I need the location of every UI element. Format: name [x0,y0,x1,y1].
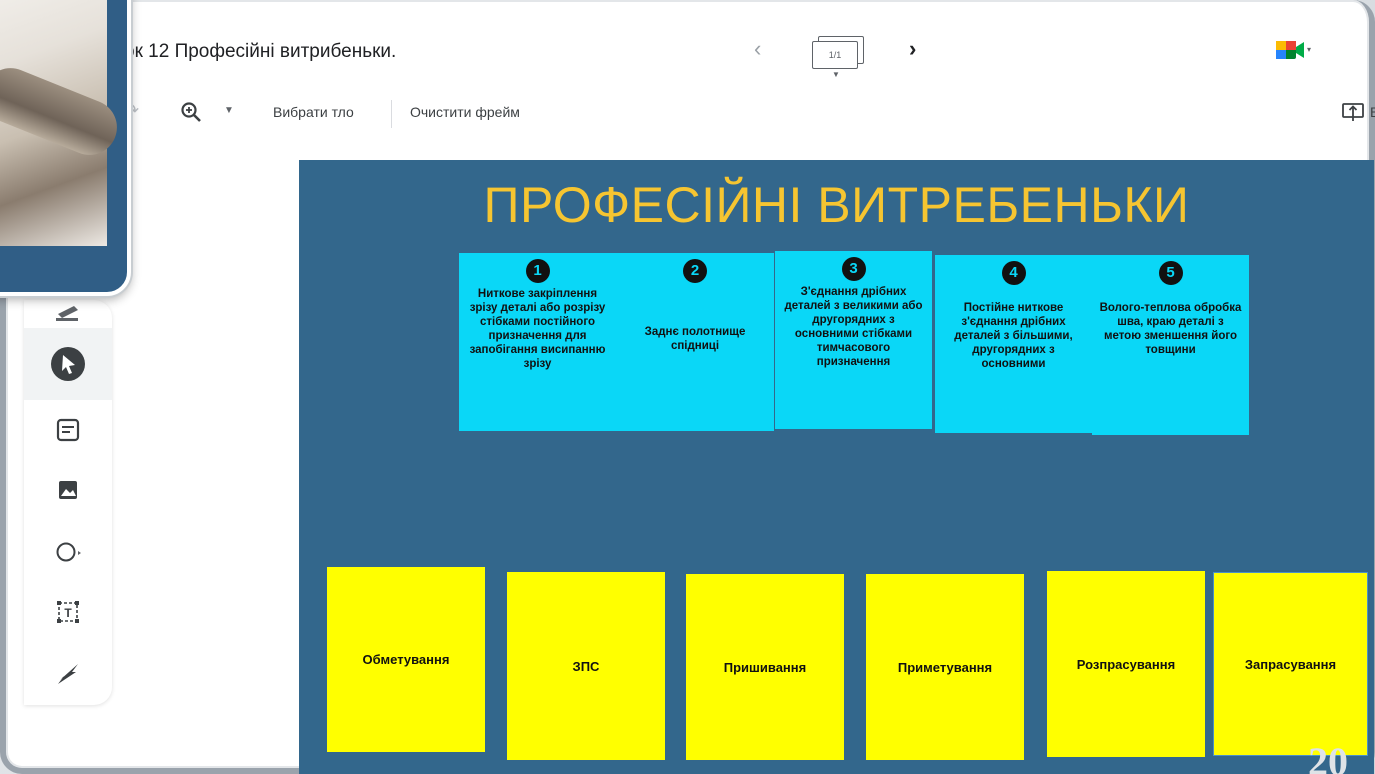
device-frame: ок 12 Професійні витрибеньки. ‹ 1/1 ▼ › … [0,0,1375,774]
frame-counter-label: 1/1 [812,41,858,69]
definition-text: Ниткове закріплення зрізу деталі або роз… [469,288,606,370]
number-badge-icon: 1 [525,259,550,283]
number-badge-icon: 5 [1158,261,1183,285]
choose-background-button[interactable]: Вибрати тло [273,104,354,120]
definition-text: Волого-теплова обробка шва, краю деталі … [1099,302,1242,356]
laser-icon[interactable] [48,652,88,692]
definition-text: Постійне ниткове з'єднання дрібних детал… [954,302,1073,370]
app-header: ок 12 Професійні витрибеньки. ‹ 1/1 ▼ › … [6,0,1375,160]
zoom-dropdown-caret-icon[interactable]: ▼ [224,105,234,116]
number-badge-icon: 3 [841,257,866,281]
term-card-4[interactable]: Приметування [866,574,1024,760]
clear-frame-button[interactable]: Очистити фрейм [410,104,520,120]
svg-text:▾: ▾ [1307,45,1311,54]
frame-counter-button[interactable]: 1/1 [812,36,866,70]
previous-frame-button[interactable]: ‹ [754,36,761,62]
definition-card-1[interactable]: 1 Ниткове закріплення зрізу деталі або р… [459,253,616,431]
present-screen-icon[interactable] [1341,102,1365,122]
definition-card-5[interactable]: 5 Волого-теплова обробка шва, краю детал… [1092,255,1249,435]
present-label: В [1370,104,1375,120]
slide-title: ПРОФЕСІЙНІ ВИТРЕБЕНЬКИ [483,177,1190,233]
text-box-icon[interactable]: T [48,592,88,632]
definition-text: З'єднання дрібних деталей з великими або… [784,286,923,368]
term-card-5[interactable]: Розпрасування [1047,571,1205,757]
svg-text:T: T [64,606,72,620]
toolbar-divider [391,100,392,128]
term-card-2[interactable]: ЗПС [507,572,665,760]
number-badge-icon: 2 [683,259,707,283]
corner-watermark: 20 [1308,739,1348,774]
select-icon[interactable] [48,344,88,384]
image-icon[interactable] [48,470,88,510]
definition-card-3[interactable]: 3 З'єднання дрібних деталей з великими а… [775,251,932,429]
chevron-down-icon[interactable]: ▼ [832,70,840,79]
definition-card-2[interactable]: 2 Заднє полотнище спідниці [616,253,774,431]
term-card-6[interactable]: Запрасування [1214,573,1367,755]
shape-icon[interactable] [48,532,88,572]
tool-rail: T [24,300,112,705]
definition-text: Заднє полотнище спідниці [644,326,746,352]
meet-icon[interactable]: ▾ [1274,38,1314,62]
camera-video [0,0,107,246]
term-card-1[interactable]: Обметування [327,567,485,752]
number-badge-icon: 4 [1001,261,1026,285]
board-toolbar: ↷ ▼ Вибрати тло Очистити фрейм В [6,100,1375,128]
whiteboard-frame[interactable]: ПРОФЕСІЙНІ ВИТРЕБЕНЬКИ 1 Ниткове закріпл… [299,160,1374,774]
next-frame-button[interactable]: › [909,36,916,62]
document-title: ок 12 Професійні витрибеньки. [124,41,397,62]
pen-icon[interactable] [48,300,88,340]
sticky-note-icon[interactable] [48,410,88,450]
definition-card-4[interactable]: 4 Постійне ниткове з'єднання дрібних дет… [935,255,1092,433]
term-card-3[interactable]: Пришивання [686,574,844,760]
zoom-in-icon[interactable] [180,101,202,123]
camera-preview[interactable] [0,0,131,296]
